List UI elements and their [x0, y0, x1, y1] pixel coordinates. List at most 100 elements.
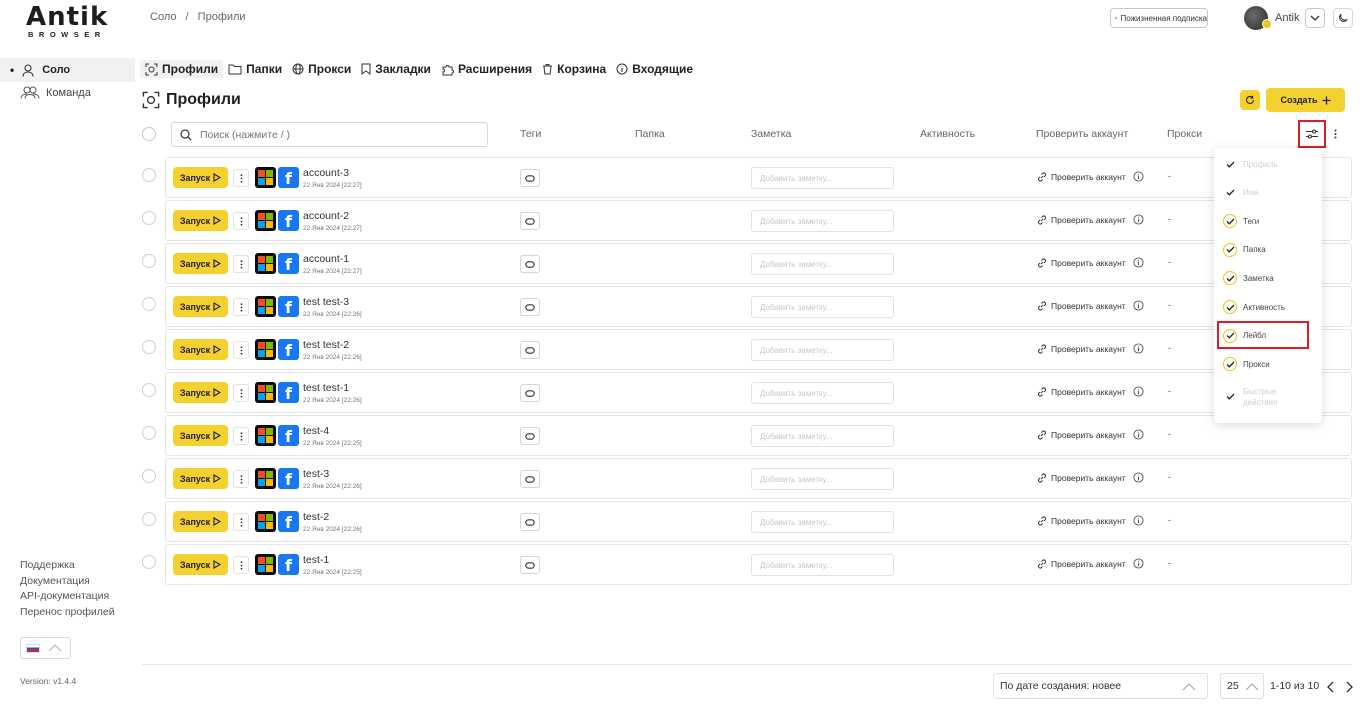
profile-name[interactable]: account-3 [303, 167, 349, 179]
row-checkbox[interactable] [142, 426, 156, 440]
row-menu-button[interactable] [233, 470, 249, 488]
note-input[interactable]: Добавить заметку... [751, 210, 894, 232]
note-input[interactable]: Добавить заметку... [751, 339, 894, 361]
launch-button[interactable]: Запуск [173, 167, 228, 188]
launch-button[interactable]: Запуск [173, 210, 228, 231]
note-input[interactable]: Добавить заметку... [751, 167, 894, 189]
launch-button[interactable]: Запуск [173, 554, 228, 575]
row-menu-button[interactable] [233, 341, 249, 359]
note-input[interactable]: Добавить заметку... [751, 511, 894, 533]
table-row[interactable]: Запуск f account-2 22 Янв 2024 [22:27] Добав… [165, 200, 1352, 241]
row-menu-button[interactable] [233, 427, 249, 445]
add-tag-button[interactable] [520, 470, 540, 488]
row-checkbox[interactable] [142, 512, 156, 526]
check-account-button[interactable]: Проверить аккаунт [1037, 429, 1144, 440]
check-account-button[interactable]: Проверить аккаунт [1037, 214, 1144, 225]
column-option[interactable]: Заметка [1223, 271, 1274, 286]
row-checkbox[interactable] [142, 555, 156, 569]
table-row[interactable]: Запуск f test test-1 22 Янв 2024 [22:26] Доб… [165, 372, 1352, 413]
launch-button[interactable]: Запуск [173, 253, 228, 274]
add-tag-button[interactable] [520, 212, 540, 230]
column-settings-button[interactable] [1298, 120, 1326, 148]
info-icon[interactable] [1133, 386, 1144, 397]
info-icon[interactable] [1133, 343, 1144, 354]
sidebar-item-team[interactable]: Команда [20, 86, 91, 99]
row-menu-button[interactable] [233, 298, 249, 316]
note-input[interactable]: Добавить заметку... [751, 554, 894, 576]
row-checkbox[interactable] [142, 297, 156, 311]
profile-name[interactable]: test-1 [303, 554, 329, 566]
search-input[interactable]: Поиск (нажмите / ) [171, 122, 488, 147]
add-tag-button[interactable] [520, 169, 540, 187]
add-tag-button[interactable] [520, 255, 540, 273]
prev-page-button[interactable] [1326, 680, 1334, 698]
profile-name[interactable]: account-2 [303, 210, 349, 222]
profile-name[interactable]: test-3 [303, 468, 329, 480]
profile-name[interactable]: test-2 [303, 511, 329, 523]
row-menu-button[interactable] [233, 556, 249, 574]
note-input[interactable]: Добавить заметку... [751, 425, 894, 447]
check-account-button[interactable]: Проверить аккаунт [1037, 343, 1144, 354]
row-menu-button[interactable] [233, 255, 249, 273]
info-icon[interactable] [1133, 558, 1144, 569]
info-icon[interactable] [1133, 171, 1144, 182]
profile-name[interactable]: test test-3 [303, 296, 349, 308]
more-options-button[interactable] [1329, 126, 1341, 142]
tab-profiles[interactable]: Профили [140, 60, 224, 78]
add-tag-button[interactable] [520, 384, 540, 402]
support-link[interactable]: Поддержка [20, 558, 115, 574]
profile-name[interactable]: test test-1 [303, 382, 349, 394]
refresh-button[interactable] [1240, 90, 1260, 110]
add-tag-button[interactable] [520, 427, 540, 445]
theme-toggle-button[interactable] [1333, 8, 1353, 28]
note-input[interactable]: Добавить заметку... [751, 296, 894, 318]
table-row[interactable]: Запуск f account-3 22 Янв 2024 [22:27] Добав… [165, 157, 1352, 198]
tab-proxy[interactable]: Прокси [287, 60, 356, 78]
tab-inbox[interactable]: Входящие [611, 60, 698, 78]
note-input[interactable]: Добавить заметку... [751, 253, 894, 275]
user-menu-button[interactable] [1305, 8, 1325, 28]
check-account-button[interactable]: Проверить аккаунт [1037, 558, 1144, 569]
row-menu-button[interactable] [233, 384, 249, 402]
row-checkbox[interactable] [142, 211, 156, 225]
profile-name[interactable]: test-4 [303, 425, 329, 437]
profile-name[interactable]: account-1 [303, 253, 349, 265]
check-account-button[interactable]: Проверить аккаунт [1037, 472, 1144, 483]
table-row[interactable]: Запуск f test-2 22 Янв 2024 [22:26] Добавить… [165, 501, 1352, 542]
tab-bookmarks[interactable]: Закладки [356, 60, 436, 78]
table-row[interactable]: Запуск f test-4 22 Янв 2024 [22:25] Добавить… [165, 415, 1352, 456]
info-icon[interactable] [1133, 257, 1144, 268]
launch-button[interactable]: Запуск [173, 382, 228, 403]
next-page-button[interactable] [1346, 680, 1354, 698]
row-menu-button[interactable] [233, 513, 249, 531]
breadcrumb-root[interactable]: Соло [150, 11, 176, 23]
table-row[interactable]: Запуск f test test-3 22 Янв 2024 [22:26] Доб… [165, 286, 1352, 327]
check-account-button[interactable]: Проверить аккаунт [1037, 515, 1144, 526]
sort-select[interactable]: По дате создания: новее [993, 673, 1208, 699]
username[interactable]: Antik [1275, 12, 1299, 24]
add-tag-button[interactable] [520, 341, 540, 359]
info-icon[interactable] [1133, 472, 1144, 483]
subscription-button[interactable]: Пожизненная подписка [1110, 8, 1208, 28]
column-option[interactable]: Папка [1223, 242, 1266, 257]
table-row[interactable]: Запуск f test-3 22 Янв 2024 [22:26] Добавить… [165, 458, 1352, 499]
docs-link[interactable]: Документация [20, 574, 115, 590]
check-account-button[interactable]: Проверить аккаунт [1037, 386, 1144, 397]
info-icon[interactable] [1133, 300, 1144, 311]
tab-extensions[interactable]: Расширения [436, 60, 537, 78]
add-tag-button[interactable] [520, 556, 540, 574]
sidebar-item-solo[interactable]: • Соло [0, 58, 135, 82]
row-checkbox[interactable] [142, 469, 156, 483]
column-option[interactable]: Теги [1223, 214, 1259, 229]
launch-button[interactable]: Запуск [173, 511, 228, 532]
note-input[interactable]: Добавить заметку... [751, 468, 894, 490]
create-button[interactable]: Создать [1266, 88, 1345, 112]
column-option[interactable]: Прокси [1223, 357, 1270, 372]
transfer-profiles-link[interactable]: Перенос профилей [20, 605, 115, 621]
check-account-button[interactable]: Проверить аккаунт [1037, 300, 1144, 311]
api-docs-link[interactable]: API-документация [20, 589, 115, 605]
launch-button[interactable]: Запуск [173, 425, 228, 446]
table-row[interactable]: Запуск f test test-2 22 Янв 2024 [22:26] Доб… [165, 329, 1352, 370]
launch-button[interactable]: Запуск [173, 468, 228, 489]
row-checkbox[interactable] [142, 168, 156, 182]
